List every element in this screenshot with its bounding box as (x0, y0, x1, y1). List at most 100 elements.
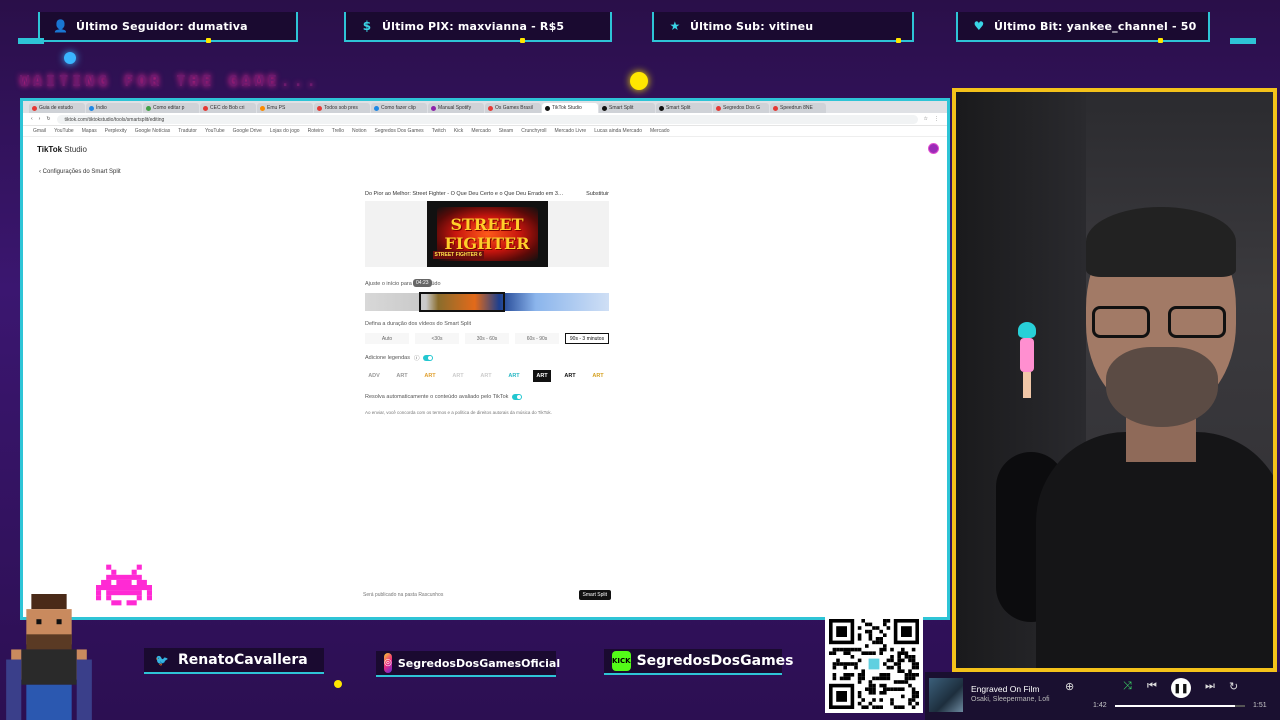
bookmark-item[interactable]: Steam (499, 128, 513, 134)
duration-option[interactable]: <30s (415, 333, 459, 344)
bookmark-item[interactable]: Google Drive (233, 128, 262, 134)
browser-tab-label: Smart Split (666, 105, 691, 111)
figurine-body (1020, 338, 1034, 372)
bookmarks-bar: Gmail YouTube Mapas Perplexity Google Notíci… (23, 126, 947, 137)
star-bookmark-icon[interactable]: ☆ (924, 116, 928, 122)
livepix-qr-code[interactable] (825, 615, 923, 713)
browser-tab[interactable]: Smart Split (599, 103, 655, 113)
browser-capture: Guia de estudo Índio Como editar p CEC do B… (20, 98, 950, 620)
back-arrow-icon[interactable]: ‹ (31, 116, 33, 122)
kick-icon: KICK (612, 651, 631, 671)
bookmark-item[interactable]: Twitch (432, 128, 446, 134)
browser-tab[interactable]: Guia de estudo (29, 103, 85, 113)
shuffle-icon[interactable]: ⤨ (1123, 680, 1132, 693)
browser-tab-label: Smart Split (609, 105, 634, 111)
browser-tab[interactable]: Segredos Dos G (713, 103, 769, 113)
browser-tab[interactable]: Índio (86, 103, 142, 113)
tiktok-studio-logo[interactable]: TikTok Studio (37, 145, 87, 154)
caption-style-option[interactable]: ART (589, 370, 607, 382)
caption-style-option[interactable]: ART (561, 370, 579, 382)
captions-toggle[interactable] (423, 355, 434, 361)
browser-tab[interactable]: Emu PS (257, 103, 313, 113)
alert-sub: ★ Último Sub: vitineu (652, 12, 914, 42)
progress-track[interactable] (1115, 705, 1245, 707)
duration-option[interactable]: 60s - 90s (515, 333, 559, 344)
timeline-selection-handle[interactable] (419, 292, 505, 312)
avatar[interactable] (928, 143, 939, 154)
previous-track-icon[interactable]: ⏮ (1147, 680, 1157, 693)
tab-favicon-icon (203, 105, 208, 111)
bookmark-item[interactable]: Lojas do jogo (270, 128, 300, 134)
bookmark-item[interactable]: Roteiro (308, 128, 324, 134)
duration-option[interactable]: Auto (365, 333, 409, 344)
extensions-icon[interactable]: ⋮ (934, 116, 939, 122)
bookmark-item[interactable]: Crunchyroll (521, 128, 546, 134)
duration-option[interactable]: 30s - 60s (465, 333, 509, 344)
browser-tab[interactable]: Smart Split (656, 103, 712, 113)
browser-tab-label: Todos sob pres (324, 105, 358, 111)
caption-style-option[interactable]: ART (449, 370, 467, 382)
auto-post-toggle[interactable] (512, 394, 523, 400)
total-time: 1:51 (1253, 702, 1267, 709)
music-player: Engraved On Film Osaki, Sleepermane, Lof… (925, 672, 1280, 720)
pause-button[interactable]: ❚❚ (1171, 678, 1191, 698)
alert-follower: 👤 Último Seguidor: dumativa (38, 12, 298, 42)
browser-tab[interactable]: Todos sob pres (314, 103, 370, 113)
browser-tab[interactable]: Como editar p (143, 103, 199, 113)
bookmark-item[interactable]: Lucas ainda Mercado (594, 128, 642, 134)
caption-style-option[interactable]: ADV (365, 370, 383, 382)
browser-tab[interactable]: TikTok Studio (542, 103, 598, 113)
browser-tab[interactable]: Manual Spotify (428, 103, 484, 113)
duration-option[interactable]: 90s - 3 minutos (565, 333, 609, 344)
bookmark-item[interactable]: Mapas (82, 128, 97, 134)
caption-style-option[interactable]: ART (393, 370, 411, 382)
person-beard (1106, 347, 1218, 427)
video-thumbnail[interactable]: STREET FIGHTER STREET FIGHTER 6 (426, 201, 548, 267)
next-track-icon[interactable]: ⏭ (1205, 680, 1215, 693)
browser-tab[interactable]: Como fazer clip (371, 103, 427, 113)
timeline-strip[interactable]: 04:23 (365, 279, 609, 312)
tab-favicon-icon (32, 105, 37, 111)
reload-icon[interactable]: ↻ (46, 116, 50, 122)
bookmark-item[interactable]: YouTube (54, 128, 74, 134)
bookmark-item[interactable]: Tradutor (178, 128, 197, 134)
bookmark-item[interactable]: Mercado (471, 128, 490, 134)
space-invader-icon (96, 564, 152, 606)
caption-style-option[interactable]: ART (533, 370, 551, 382)
browser-tab-label: Emu PS (267, 105, 286, 111)
browser-tab-label: CEC do Bob cri (210, 105, 245, 111)
auto-post-label: Resolva automaticamente o conteúdo avali… (365, 394, 509, 400)
deco-bar (1230, 38, 1256, 44)
bookmark-item[interactable]: Mercado (650, 128, 669, 134)
back-link[interactable]: ‹ Configurações do Smart Split (39, 169, 121, 175)
qr-code-graphic (829, 619, 919, 709)
bookmark-item[interactable]: Gmail (33, 128, 46, 134)
waiting-for-game-text: WAITING FOR THE GAME... (20, 72, 320, 90)
repeat-icon[interactable]: ↻ (1229, 680, 1238, 693)
qr-label: livepix.gg/segredosdosgames (826, 602, 932, 611)
browser-tab[interactable]: Speedrun 8NE (770, 103, 826, 113)
bookmark-item[interactable]: Notion (352, 128, 366, 134)
bookmark-item[interactable]: YouTube (205, 128, 225, 134)
deco-dot (1158, 38, 1163, 43)
bookmark-item[interactable]: Segredos Dos Games (374, 128, 423, 134)
browser-tab[interactable]: CEC do Bob cri (200, 103, 256, 113)
url-field[interactable]: tiktok.com/tiktokstudio/tools/smartsplit… (56, 114, 918, 124)
browser-tab[interactable]: Os Games Brasil (485, 103, 541, 113)
bookmark-item[interactable]: Google Notícias (135, 128, 171, 134)
forward-arrow-icon[interactable]: › (39, 116, 41, 122)
bookmark-item[interactable]: Perplexity (105, 128, 127, 134)
alert-bit: ♥ Último Bit: yankee_channel - 50 (956, 12, 1210, 42)
add-circle-icon[interactable]: ⊕ (1065, 680, 1074, 693)
caption-style-option[interactable]: ART (505, 370, 523, 382)
replace-video-link[interactable]: Substituir (586, 191, 609, 197)
smart-split-button[interactable]: Smart Split (578, 590, 611, 600)
browser-address-bar: ‹ › ↻ tiktok.com/tiktokstudio/tools/smar… (23, 113, 947, 126)
bookmark-item[interactable]: Mercado Livre (555, 128, 587, 134)
caption-style-option[interactable]: ART (477, 370, 495, 382)
caption-style-option[interactable]: ART (421, 370, 439, 382)
heart-icon: ♥ (973, 19, 985, 33)
browser-tab-label: Como editar p (153, 105, 185, 111)
bookmark-item[interactable]: Trello (332, 128, 344, 134)
bookmark-item[interactable]: Kick (454, 128, 463, 134)
